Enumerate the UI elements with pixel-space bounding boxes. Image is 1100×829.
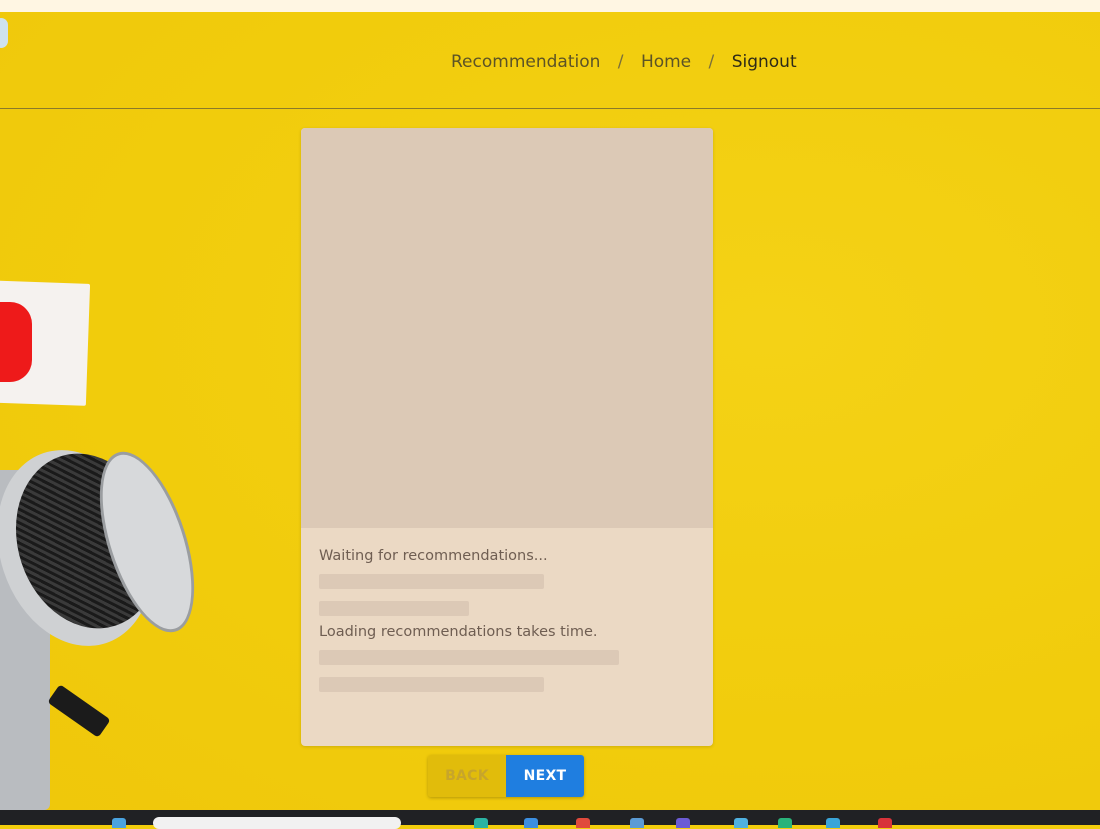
app-icon[interactable] [524, 818, 538, 828]
skeleton-line [319, 650, 619, 665]
app-icon[interactable] [676, 818, 690, 828]
back-button[interactable]: BACK [428, 755, 506, 797]
start-icon[interactable] [112, 818, 126, 828]
breadcrumb-separator: / [617, 52, 624, 72]
app-icon[interactable] [826, 818, 840, 828]
loading-text: Loading recommendations takes time. [319, 624, 598, 640]
waiting-text: Waiting for recommendations... [319, 548, 548, 564]
next-button[interactable]: NEXT [506, 755, 584, 797]
navigation-button-group: BACK NEXT [428, 755, 584, 797]
breadcrumb: Recommendation / Home / Signout [451, 52, 797, 72]
skeleton-line [319, 601, 469, 616]
breadcrumb-signout[interactable]: Signout [732, 52, 797, 72]
browser-top-strip [0, 0, 1100, 12]
card-content: Waiting for recommendations... Loading r… [319, 548, 699, 692]
recommendation-card: Waiting for recommendations... Loading r… [301, 128, 713, 746]
card-media-placeholder [301, 128, 713, 528]
breadcrumb-separator: / [708, 52, 715, 72]
app-icon[interactable] [878, 818, 892, 828]
app-icon[interactable] [474, 818, 488, 828]
breadcrumb-recommendation[interactable]: Recommendation [451, 52, 600, 72]
taskbar-search-box[interactable] [153, 817, 401, 829]
breadcrumb-home[interactable]: Home [641, 52, 691, 72]
app-icon[interactable] [734, 818, 748, 828]
app-icon[interactable] [630, 818, 644, 828]
app-icon[interactable] [576, 818, 590, 828]
skeleton-line [319, 677, 544, 692]
skeleton-line [319, 574, 544, 589]
decorative-red-shape [0, 302, 32, 382]
app-icon[interactable] [778, 818, 792, 828]
page-header: Recommendation / Home / Signout [0, 12, 1100, 109]
